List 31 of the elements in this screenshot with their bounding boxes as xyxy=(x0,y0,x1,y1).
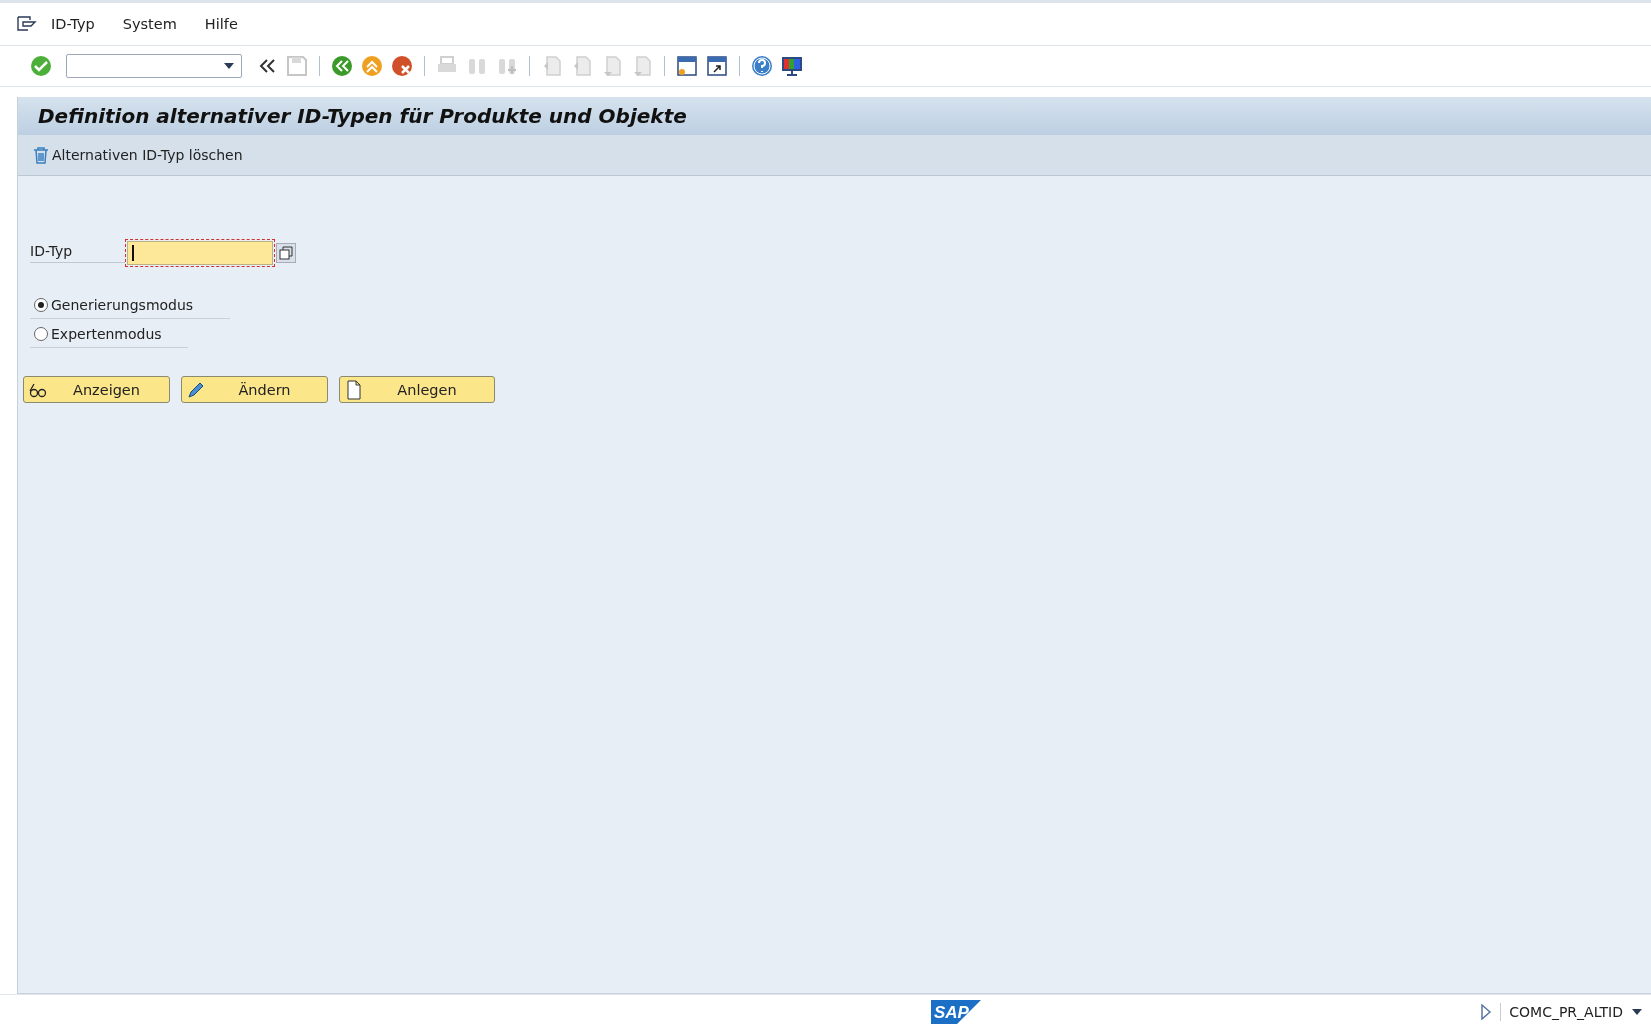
command-field[interactable] xyxy=(66,54,242,78)
input-field[interactable] xyxy=(127,241,273,265)
change-button[interactable]: Ändern xyxy=(181,376,328,403)
menu-item[interactable]: Hilfe xyxy=(204,16,238,32)
value-help-icon[interactable] xyxy=(276,243,296,263)
radio-label[interactable]: Expertenmodus xyxy=(51,326,162,342)
radio-button[interactable] xyxy=(34,327,48,341)
radio-label[interactable]: Generierungsmodus xyxy=(51,297,194,313)
menu-item[interactable]: System xyxy=(122,16,177,32)
dropdown-icon[interactable] xyxy=(1631,1008,1643,1016)
screen-title: Definition alternativer ID-Typen für Produkte und Objekte xyxy=(38,104,687,128)
new-window-icon[interactable] xyxy=(675,54,699,78)
menu-item[interactable]: ID-Typ xyxy=(51,16,95,32)
checkmark-icon[interactable] xyxy=(29,54,53,78)
help-icon[interactable] xyxy=(750,54,774,78)
exit-icon[interactable] xyxy=(360,54,384,78)
radio-button[interactable] xyxy=(34,298,48,312)
dropdown-icon[interactable] xyxy=(223,62,235,70)
display-button[interactable]: Anzeigen xyxy=(23,376,170,403)
back-icon[interactable] xyxy=(330,54,354,78)
delete-button[interactable]: Alternativen ID-Typ löschen xyxy=(32,146,243,164)
monitor-icon[interactable] xyxy=(780,54,804,78)
cancel-icon[interactable] xyxy=(390,54,414,78)
sap-logo: SAP xyxy=(930,1000,981,1024)
menu-icon[interactable] xyxy=(17,16,37,32)
transaction-code: COMC_PR_ALTID xyxy=(1509,1004,1623,1020)
document-icon xyxy=(344,379,364,400)
trash-icon xyxy=(32,146,50,164)
create-button[interactable]: Anlegen xyxy=(339,376,495,403)
expand-icon[interactable] xyxy=(1480,1004,1493,1020)
shortcut-icon[interactable] xyxy=(705,54,729,78)
